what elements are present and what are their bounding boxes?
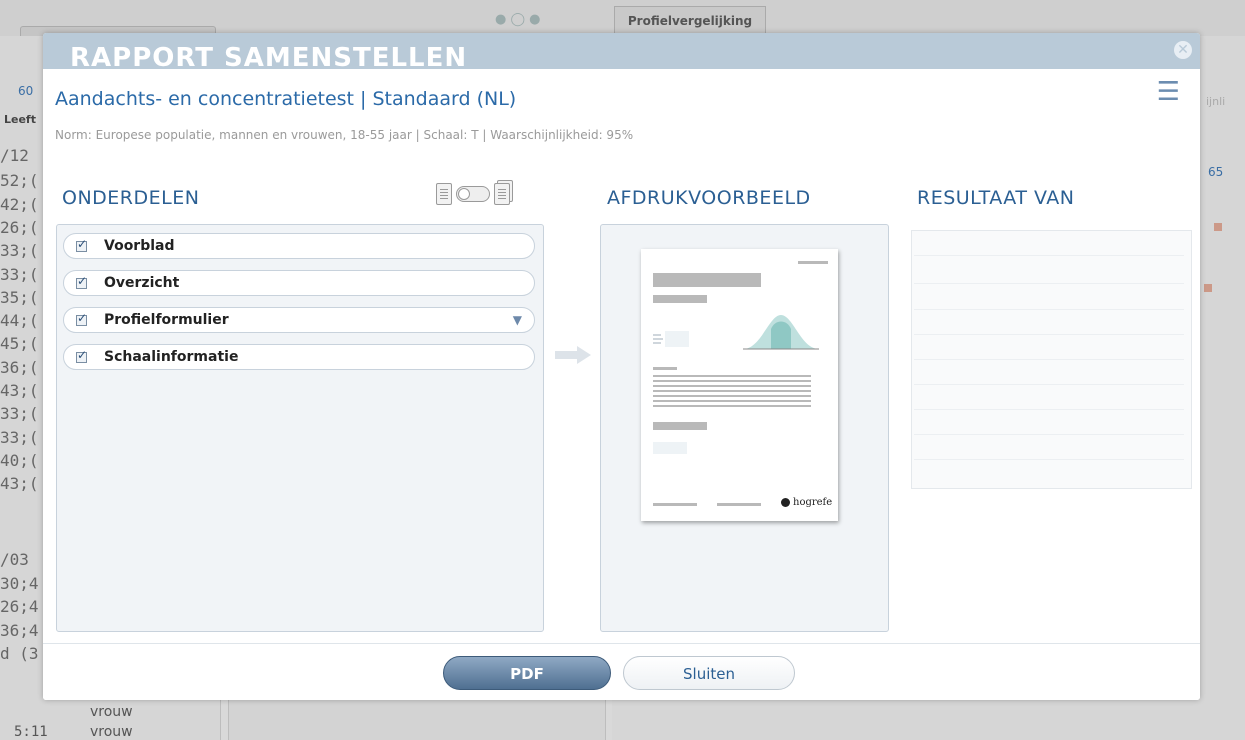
chevron-down-icon[interactable]: ▼ bbox=[513, 313, 522, 327]
background-chart-marker bbox=[1214, 223, 1222, 231]
norm-info: Norm: Europese populatie, mannen en vrou… bbox=[55, 128, 634, 142]
background-gender-cell: vrouw bbox=[90, 704, 133, 720]
background-row-fragment: 33;( bbox=[0, 265, 39, 284]
background-row-fragment: 44;( bbox=[0, 311, 39, 330]
close-icon[interactable]: ✕ bbox=[1174, 41, 1192, 59]
dialog-header: RAPPORT SAMENSTELLEN ✕ bbox=[43, 33, 1200, 69]
resultaat-heading: RESULTAAT VAN bbox=[917, 187, 1075, 209]
part-label: Overzicht bbox=[104, 275, 180, 291]
background-row-fragment: 30;4 bbox=[0, 574, 39, 593]
onderdelen-heading: ONDERDELEN bbox=[62, 187, 200, 209]
background-row-fragment: /12 bbox=[0, 146, 29, 165]
toggle-switch[interactable] bbox=[456, 186, 490, 202]
background-row-fragment: /03 bbox=[0, 550, 29, 569]
background-column-header: Leeft bbox=[4, 113, 36, 126]
background-number: 60 bbox=[18, 84, 34, 98]
part-label: Voorblad bbox=[104, 238, 175, 254]
background-row-fragment: 43;( bbox=[0, 381, 39, 400]
background-row-fragment: 33;( bbox=[0, 404, 39, 423]
single-document-icon[interactable] bbox=[436, 183, 452, 205]
parts-list: Voorblad Overzicht Profielformulier ▼ Sc… bbox=[56, 224, 544, 632]
part-item-overzicht[interactable]: Overzicht bbox=[63, 270, 535, 296]
checkbox[interactable] bbox=[76, 348, 87, 363]
background-row-fragment: 36;4 bbox=[0, 621, 39, 640]
test-title: Aandachts- en concentratietest | Standaa… bbox=[55, 88, 517, 110]
report-dialog: RAPPORT SAMENSTELLEN ✕ Aandachts- en con… bbox=[43, 33, 1200, 700]
part-item-voorblad[interactable]: Voorblad bbox=[63, 233, 535, 259]
dialog-title: RAPPORT SAMENSTELLEN bbox=[70, 43, 468, 69]
afdrukvoorbeeld-heading: AFDRUKVOORBEELD bbox=[607, 187, 811, 209]
background-row-fragment: 43;( bbox=[0, 474, 39, 493]
background-view-toggle: ● ◯ ● bbox=[495, 12, 541, 27]
checkbox[interactable] bbox=[76, 237, 87, 252]
multiple-documents-icon[interactable] bbox=[494, 183, 510, 205]
result-panel bbox=[911, 230, 1192, 489]
part-item-profielformulier[interactable]: Profielformulier ▼ bbox=[63, 307, 535, 333]
arrow-right-icon bbox=[555, 346, 591, 364]
pdf-button[interactable]: PDF bbox=[443, 656, 611, 690]
background-number: 65 bbox=[1208, 165, 1224, 179]
background-column-header: ijnli bbox=[1206, 95, 1226, 108]
close-button[interactable]: Sluiten bbox=[623, 656, 795, 690]
background-time-cell: 5:11 bbox=[14, 724, 48, 740]
part-label: Profielformulier bbox=[104, 312, 229, 328]
part-item-schaalinformatie[interactable]: Schaalinformatie bbox=[63, 344, 535, 370]
view-mode-toggle[interactable] bbox=[436, 179, 536, 209]
background-row-fragment: 42;( bbox=[0, 195, 39, 214]
part-label: Schaalinformatie bbox=[104, 349, 239, 365]
hogrefe-logo: hogrefe bbox=[781, 497, 832, 508]
background-gender-cell: vrouw bbox=[90, 724, 133, 740]
background-row-fragment: d (3 bbox=[0, 644, 39, 663]
checkbox[interactable] bbox=[76, 274, 87, 289]
checkbox[interactable] bbox=[76, 311, 87, 326]
background-row-fragment: 33;( bbox=[0, 241, 39, 260]
background-row-fragment: 35;( bbox=[0, 288, 39, 307]
background-row-fragment: 52;( bbox=[0, 171, 39, 190]
background-tab-profielvergelijking: Profielvergelijking bbox=[614, 6, 766, 35]
dialog-footer: PDF Sluiten bbox=[43, 643, 1200, 700]
background-chart-marker bbox=[1204, 284, 1212, 292]
bell-curve-icon bbox=[743, 315, 819, 350]
background-row-fragment: 33;( bbox=[0, 428, 39, 447]
preview-page-thumbnail: hogrefe bbox=[641, 249, 838, 521]
background-row-fragment: 36;( bbox=[0, 358, 39, 377]
print-preview-panel: hogrefe bbox=[600, 224, 889, 632]
background-row-fragment: 26;4 bbox=[0, 597, 39, 616]
background-row-fragment: 40;( bbox=[0, 451, 39, 470]
background-row-fragment: 26;( bbox=[0, 218, 39, 237]
background-row-fragment: 45;( bbox=[0, 334, 39, 353]
hamburger-menu-icon[interactable]: ☰ bbox=[1157, 79, 1180, 105]
